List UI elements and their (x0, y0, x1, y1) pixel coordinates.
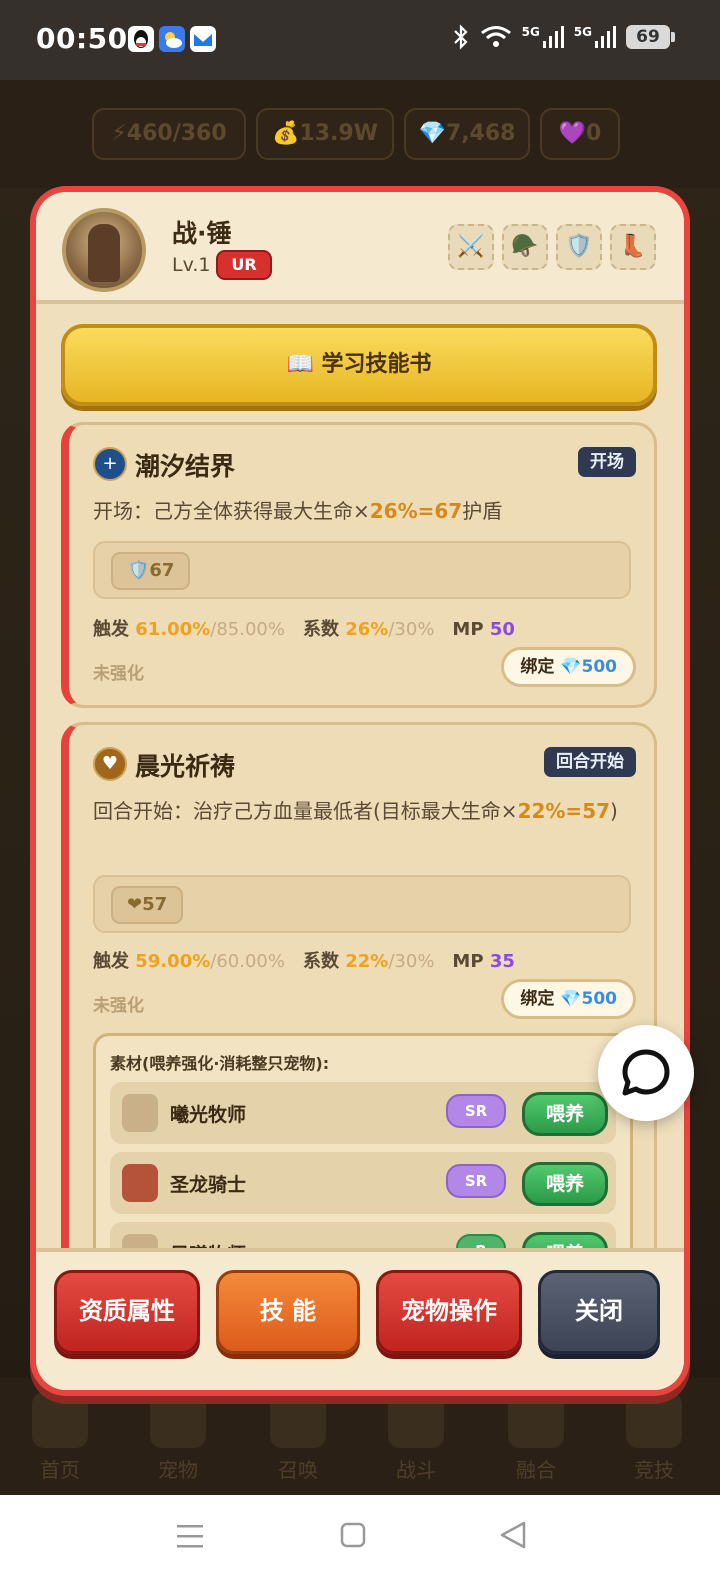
material-list: 素材(喂养强化·消耗整只宠物): 曦光牧师 SR 喂养 圣龙骑士 SR 喂养 (93, 1033, 633, 1248)
material-name: 晨曦牧师 (170, 1240, 246, 1248)
skill-tag: 回合开始 (544, 747, 636, 777)
skills-panel: 📖 学习技能书 + 潮汐结界 开场 开场：己方全体获得最大生命×26%=67护盾… (36, 308, 684, 1248)
boots-slot[interactable]: 👢 (610, 224, 656, 270)
cell-signal-icon (542, 26, 564, 48)
pet-detail-modal: 战·锤 Lv.1 UR ⚔️ 🪖 🛡️ 👢 📖 学习技能书 + 潮汐结界 开场 … (30, 186, 690, 1396)
helmet-slot[interactable]: 🪖 (502, 224, 548, 270)
bind-skill-button[interactable]: 绑定 💎500 (501, 647, 636, 687)
modal-footer: 资质属性 技 能 宠物操作 关闭 (36, 1248, 684, 1390)
pet-avatar (62, 208, 146, 292)
gold-counter: 💰13.9W (256, 108, 394, 160)
material-title: 素材(喂养强化·消耗整只宠物): (110, 1054, 330, 1073)
material-avatar (122, 1234, 158, 1248)
aptitude-attributes-button[interactable]: 资质属性 (54, 1270, 200, 1354)
material-row: 曦光牧师 SR 喂养 (110, 1082, 616, 1144)
bluetooth-icon (453, 24, 468, 50)
material-name: 曦光牧师 (170, 1104, 247, 1126)
effect-box: 🛡️67 (93, 541, 631, 599)
paw-icon (150, 1392, 206, 1448)
skill-name: 晨光祈祷 (135, 752, 236, 781)
feed-button[interactable]: 喂养 (522, 1232, 608, 1248)
scroll-icon (270, 1392, 326, 1448)
status-bar: 00:50 5G 5G 69 (0, 0, 720, 80)
skill-name: 潮汐结界 (135, 452, 236, 481)
skill-tag: 开场 (578, 447, 636, 477)
rarity-badge: UR (216, 250, 272, 280)
status-indicators: 5G 5G 69 (452, 24, 675, 50)
material-avatar (122, 1094, 158, 1132)
effect-chip: 🛡️67 (111, 552, 191, 590)
learn-skill-book-button[interactable]: 📖 学习技能书 (61, 324, 657, 406)
trophy-icon (626, 1392, 682, 1448)
wifi-icon (480, 26, 511, 47)
pet-level: Lv.1 (172, 254, 211, 276)
skills-tab-button[interactable]: 技 能 (216, 1270, 360, 1354)
enhance-status: 未强化 (93, 996, 144, 1016)
close-button[interactable]: 关闭 (538, 1270, 660, 1354)
swords-icon (388, 1392, 444, 1448)
cell-signal-icon (595, 26, 616, 48)
nav-fusion[interactable]: 融合 (486, 1392, 586, 1483)
material-rarity: SR (446, 1094, 506, 1128)
dragon-icon (508, 1392, 564, 1448)
battery-icon: 69 (626, 25, 675, 49)
material-rarity: R (456, 1234, 506, 1248)
system-nav-bar (0, 1495, 720, 1584)
qq-app-icon (128, 26, 154, 52)
material-row: 晨曦牧师 R 喂养 (110, 1222, 616, 1248)
shield-slot[interactable]: 🛡️ (556, 224, 602, 270)
pet-name: 战·锤 (172, 219, 232, 248)
pet-operations-button[interactable]: 宠物操作 (376, 1270, 522, 1354)
modal-body: 战·锤 Lv.1 UR ⚔️ 🪖 🛡️ 👢 📖 学习技能书 + 潮汐结界 开场 … (36, 192, 684, 1390)
nav-battle[interactable]: 战斗 (366, 1392, 466, 1483)
weapon-slot[interactable]: ⚔️ (448, 224, 494, 270)
mail-app-icon (190, 26, 216, 52)
enhance-status: 未强化 (93, 664, 144, 684)
signal-label-2: 5G (573, 25, 592, 39)
bind-skill-button[interactable]: 绑定 💎500 (501, 979, 636, 1019)
skill-card: ♥ 晨光祈祷 回合开始 回合开始：治疗己方血量最低者(目标最大生命×22%=57… (61, 722, 657, 1248)
chat-button[interactable] (598, 1025, 694, 1121)
nav-arena[interactable]: 竞技 (604, 1392, 704, 1483)
weather-app-icon (159, 26, 185, 52)
skill-card: + 潮汐结界 开场 开场：己方全体获得最大生命×26%=67护盾 🛡️67 触发… (61, 422, 657, 708)
pet-header: 战·锤 Lv.1 UR ⚔️ 🪖 🛡️ 👢 (36, 192, 684, 304)
home-icon[interactable] (339, 1520, 367, 1550)
back-icon[interactable] (498, 1520, 528, 1550)
status-time: 00:50 (36, 22, 128, 55)
feed-button[interactable]: 喂养 (522, 1162, 608, 1206)
effect-box: ❤57 (93, 875, 631, 933)
material-avatar (122, 1164, 158, 1202)
skill-description: 开场：己方全体获得最大生命×26%=67护盾 (93, 499, 503, 523)
skill-description: 回合开始：治疗己方血量最低者(目标最大生命×22%=57) (93, 799, 618, 823)
nav-summon[interactable]: 召唤 (248, 1392, 348, 1483)
heart-counter: 💜0 (540, 108, 620, 160)
shield-icon: + (93, 447, 127, 481)
skill-stats: 触发 59.00%/60.00% 系数 22%/30% MP 35 (93, 951, 515, 972)
material-name: 圣龙骑士 (170, 1174, 247, 1196)
heart-shield-icon: ♥ (93, 747, 127, 781)
material-row: 圣龙骑士 SR 喂养 (110, 1152, 616, 1214)
energy-counter: ⚡460/360 (92, 108, 246, 160)
feed-button[interactable]: 喂养 (522, 1092, 608, 1136)
signal-label-1: 5G (521, 25, 540, 39)
diamond-counter: 💎7,468 (404, 108, 530, 160)
skill-stats: 触发 61.00%/85.00% 系数 26%/30% MP 50 (93, 619, 515, 640)
menu-icon[interactable] (176, 1521, 204, 1551)
chat-bubble-icon (622, 1049, 670, 1096)
castle-icon (32, 1392, 88, 1448)
nav-home[interactable]: 首页 (10, 1392, 110, 1483)
effect-chip: ❤57 (111, 886, 184, 924)
material-rarity: SR (446, 1164, 506, 1198)
nav-pets[interactable]: 宠物 (128, 1392, 228, 1483)
